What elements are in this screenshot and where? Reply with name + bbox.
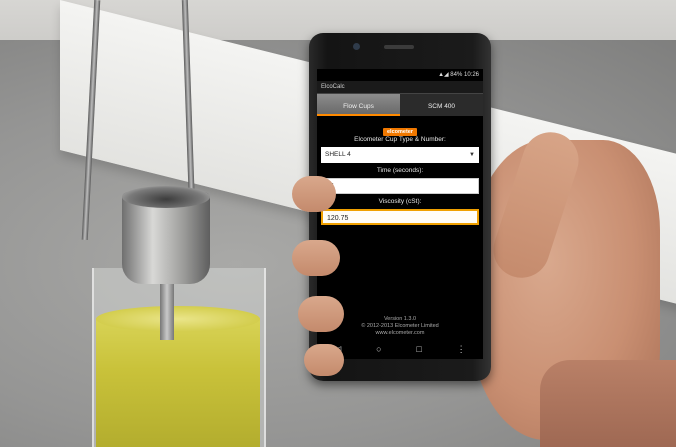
viscosity-output[interactable]: 120.75 <box>321 209 479 225</box>
status-bar: ▲◢ 84% 10:26 <box>317 69 483 81</box>
app-title: ElcoCalc <box>317 81 483 94</box>
tab-flow-cups[interactable]: Flow Cups <box>317 94 400 116</box>
recents-icon[interactable]: □ <box>416 344 421 354</box>
finger-little <box>304 344 344 376</box>
front-camera-icon <box>353 43 360 50</box>
dropdown-caret-icon: ▼ <box>469 152 475 158</box>
tab-scm-400[interactable]: SCM 400 <box>400 94 483 116</box>
photo-scene: ▲◢ 84% 10:26 ElcoCalc Flow Cups SCM 400 … <box>0 0 676 447</box>
brand-logo: elcometer <box>317 120 483 136</box>
flow-cup-rim <box>122 186 210 208</box>
oil-surface <box>96 306 260 332</box>
cup-type-label: Elcometer Cup Type & Number: <box>354 136 446 143</box>
more-icon[interactable]: ⋮ <box>457 344 466 355</box>
cup-type-value: SHELL 4 <box>325 151 351 158</box>
viscosity-label: Viscosity (cSt): <box>378 198 422 205</box>
finger-index <box>292 176 336 212</box>
finger-middle <box>292 240 340 276</box>
signal-icon: ▲◢ <box>438 72 451 78</box>
wrist <box>540 360 676 447</box>
finger-ring <box>298 296 344 332</box>
tab-bar: Flow Cups SCM 400 <box>317 94 483 116</box>
home-icon[interactable]: ○ <box>376 344 381 354</box>
cup-type-select[interactable]: SHELL 4 ▼ <box>321 147 479 163</box>
oil-liquid <box>96 318 260 447</box>
time-label: Time (seconds): <box>376 167 424 174</box>
website-text: www.elcometer.com <box>375 330 425 336</box>
time-input[interactable]: 36 <box>321 178 479 194</box>
clock: 10:26 <box>463 72 479 78</box>
copyright-text: © 2012-2013 Elcometer Limited <box>361 323 439 329</box>
smartphone: ▲◢ 84% 10:26 ElcoCalc Flow Cups SCM 400 … <box>309 33 491 381</box>
battery-level: 84% <box>450 72 463 78</box>
earpiece <box>384 45 414 49</box>
